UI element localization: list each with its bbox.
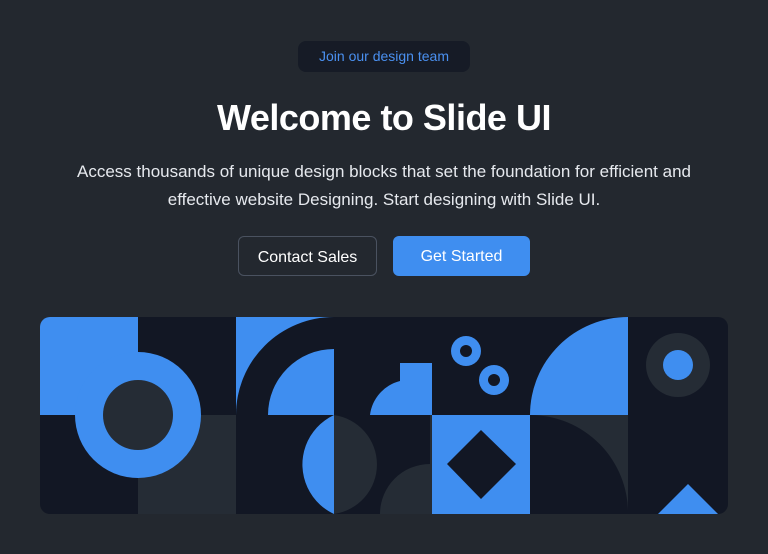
hero-section: Join our design team Welcome to Slide UI…: [0, 0, 768, 554]
diamond-tile: [432, 317, 530, 514]
quarter-circle-tile: [530, 317, 728, 514]
geometric-illustration: [40, 317, 728, 514]
contact-sales-button[interactable]: Contact Sales: [238, 236, 377, 276]
join-team-badge[interactable]: Join our design team: [298, 41, 470, 72]
arch-tile: [236, 317, 432, 514]
hero-subtitle: Access thousands of unique design blocks…: [77, 162, 691, 209]
ring-tile: [40, 317, 236, 514]
page-title: Welcome to Slide UI: [217, 97, 551, 138]
get-started-button[interactable]: Get Started: [393, 236, 530, 276]
